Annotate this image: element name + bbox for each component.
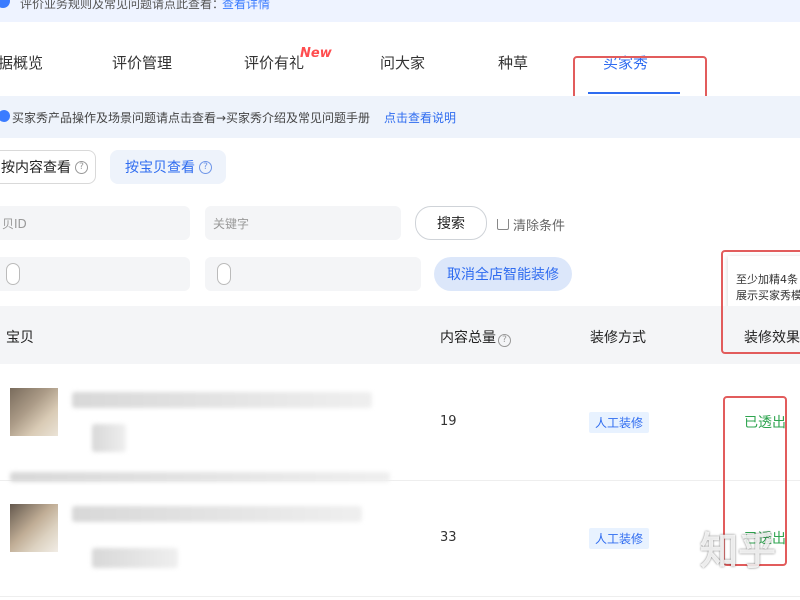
product-thumbnail[interactable] — [10, 388, 58, 436]
content-count: 19 — [440, 414, 457, 429]
keyword-placeholder: 关键字 — [213, 216, 250, 231]
tab-seeding[interactable]: 种草 — [498, 52, 528, 73]
tab-review-management[interactable]: 评价管理 — [112, 52, 172, 73]
view-by-content-button[interactable]: 按内容查看 ? — [0, 150, 96, 184]
content-count: 33 — [440, 530, 457, 545]
filter-select-1[interactable] — [0, 257, 190, 291]
view-by-item-label: 按宝贝查看 — [125, 160, 195, 176]
blurred-price — [92, 548, 178, 568]
keyword-input[interactable]: 关键字 — [205, 206, 401, 240]
new-badge: New — [300, 46, 332, 61]
toggle-icon — [217, 263, 231, 285]
info-bar: 买家秀产品操作及场景问题请点击查看→买家秀介绍及常见问题手册 点击查看说明 — [0, 96, 800, 138]
top-notice-text: 评价业务规则及常见问题请点此查看： — [20, 0, 225, 11]
tab-bar: 据概览 评价管理 评价有礼 New 问大家 种草 买家秀 — [0, 22, 800, 111]
tab-ask-everyone[interactable]: 问大家 — [380, 52, 425, 73]
product-thumbnail[interactable] — [10, 504, 58, 552]
header-total: 内容总量? — [440, 327, 511, 347]
blurred-price — [92, 424, 126, 452]
header-method: 装修方式 — [590, 330, 646, 346]
toggle-icon — [6, 263, 20, 285]
help-icon: ? — [75, 160, 88, 174]
item-id-input[interactable]: 贝ID — [0, 206, 190, 240]
info-bar-link[interactable]: 点击查看说明 — [384, 109, 456, 126]
info-icon — [0, 0, 10, 8]
top-notice-bar: 评价业务规则及常见问题请点此查看： 查看详情 — [0, 0, 800, 22]
search-button[interactable]: 搜索 — [415, 206, 487, 240]
watermark: 知乎 — [700, 529, 777, 573]
blurred-title — [72, 506, 362, 522]
decoration-method-tag: 人工装修 — [589, 528, 650, 549]
clear-conditions-label: 清除条件 — [513, 219, 566, 234]
info-bar-text: 买家秀产品操作及场景问题请点击查看→买家秀介绍及常见问题手册 — [12, 111, 371, 125]
top-notice-link[interactable]: 查看详情 — [222, 0, 270, 12]
header-item: 宝贝 — [6, 330, 34, 346]
help-icon[interactable]: ? — [498, 334, 511, 347]
item-id-placeholder: 贝ID — [2, 216, 27, 231]
cancel-smart-decoration-button[interactable]: 取消全店智能装修 — [434, 257, 572, 291]
clear-icon — [497, 219, 509, 230]
tab-overview[interactable]: 据概览 — [0, 52, 43, 73]
blurred-title — [72, 392, 372, 408]
info-icon — [0, 110, 10, 122]
header-total-label: 内容总量 — [440, 330, 496, 346]
clear-conditions-button[interactable]: 清除条件 — [497, 215, 565, 234]
table-row[interactable]: 33 人工装修 已透出 — [0, 480, 800, 597]
decoration-method-tag: 人工装修 — [589, 412, 650, 433]
view-by-item-button[interactable]: 按宝贝查看 ? — [110, 150, 226, 184]
filter-select-2[interactable] — [205, 257, 421, 291]
effect-header-highlight-box — [721, 250, 800, 354]
view-by-content-label: 按内容查看 — [1, 160, 71, 176]
help-icon: ? — [199, 160, 212, 174]
table-row[interactable]: 19 人工装修 已透出 — [0, 364, 800, 482]
tab-review-gifts[interactable]: 评价有礼 — [244, 52, 304, 73]
table-header: 宝贝 内容总量? 装修方式 装修效果 — [0, 306, 800, 364]
